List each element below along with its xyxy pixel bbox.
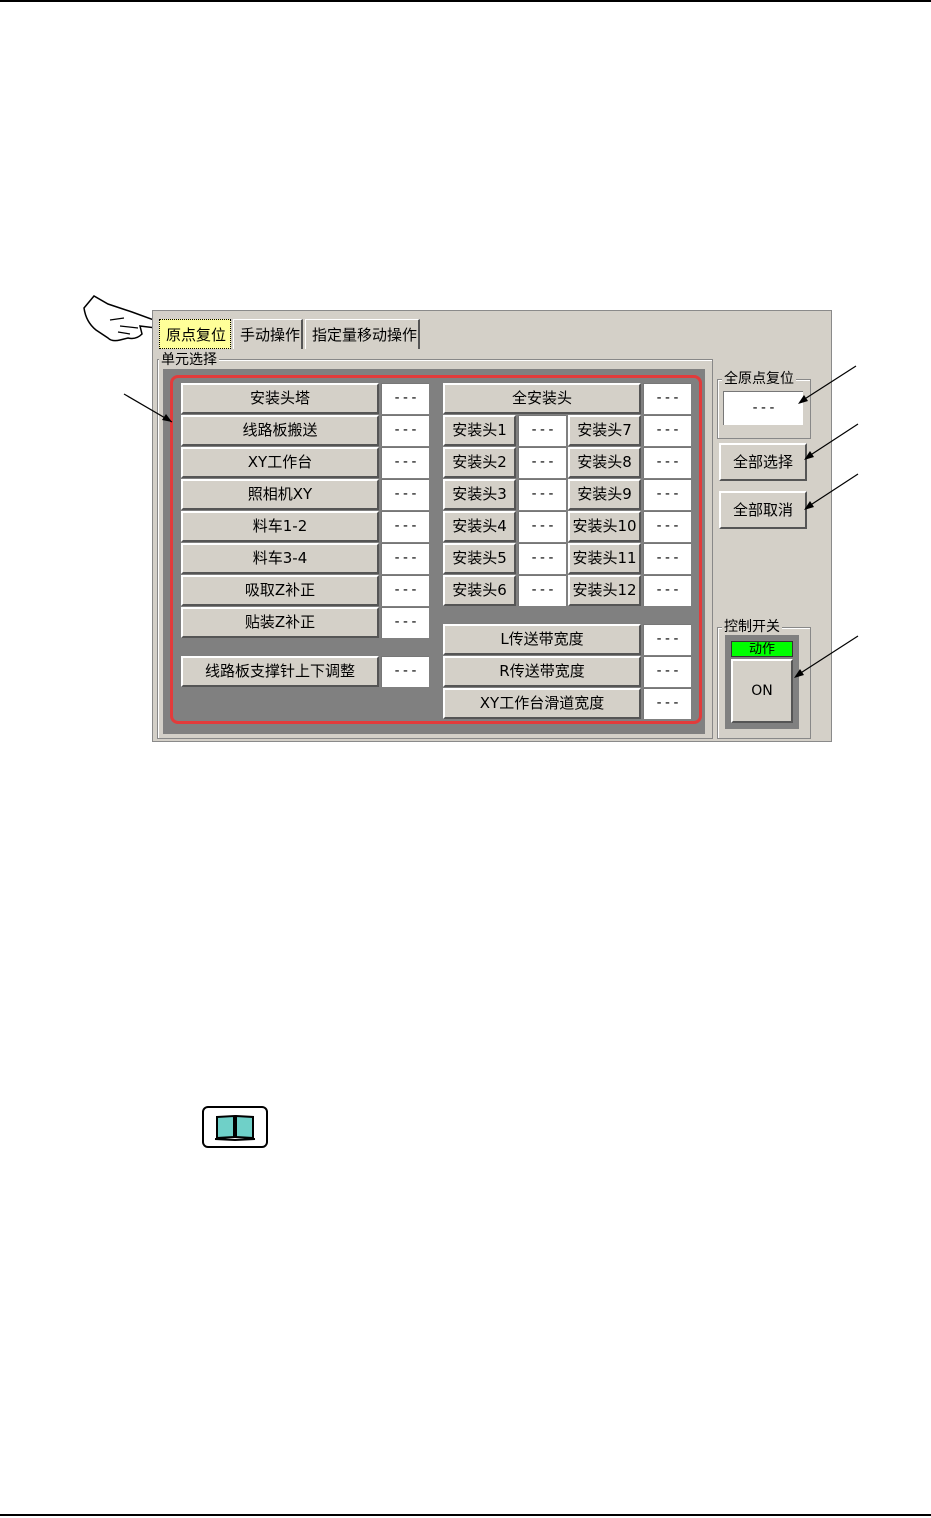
support-pin-value: --- xyxy=(381,656,429,687)
unit-button[interactable]: 吸取Z补正 xyxy=(181,575,379,606)
head-value: --- xyxy=(518,415,566,446)
control-status-badge: 动作 xyxy=(731,641,793,657)
unit-value: --- xyxy=(381,447,429,478)
head-value: --- xyxy=(643,575,691,606)
all-heads-value: --- xyxy=(643,383,691,414)
head-button[interactable]: 安装头3 xyxy=(443,479,516,510)
bottom-rule xyxy=(0,1514,931,1516)
width-button[interactable]: R传送带宽度 xyxy=(443,656,641,687)
width-value: --- xyxy=(643,624,691,655)
tab-manual-operation[interactable]: 手动操作 xyxy=(233,319,303,349)
width-value: --- xyxy=(643,656,691,687)
top-rule xyxy=(0,0,931,2)
head-button[interactable]: 安装头9 xyxy=(568,479,641,510)
select-all-button[interactable]: 全部选择 xyxy=(719,443,807,481)
head-value: --- xyxy=(518,575,566,606)
all-heads-button[interactable]: 全安装头 xyxy=(443,383,641,414)
head-button[interactable]: 安装头1 xyxy=(443,415,516,446)
head-button[interactable]: 安装头8 xyxy=(568,447,641,478)
unit-value: --- xyxy=(381,511,429,542)
support-pin-button[interactable]: 线路板支撑针上下调整 xyxy=(181,656,379,687)
unit-button[interactable]: 线路板搬送 xyxy=(181,415,379,446)
book-icon xyxy=(202,1106,268,1148)
unit-value: --- xyxy=(381,479,429,510)
head-value: --- xyxy=(518,511,566,542)
head-button[interactable]: 安装头10 xyxy=(568,511,641,542)
head-button[interactable]: 安装头5 xyxy=(443,543,516,574)
control-on-button[interactable]: ON xyxy=(731,659,793,723)
unit-value: --- xyxy=(381,383,429,414)
unit-button[interactable]: 照相机XY xyxy=(181,479,379,510)
head-value: --- xyxy=(643,415,691,446)
callout-arrow-control xyxy=(794,635,859,678)
unit-button[interactable]: 料车1-2 xyxy=(181,511,379,542)
origin-return-window: 原点复位 手动操作 指定量移动操作 单元选择 线路板支撑针上下调整 --- 全安… xyxy=(152,310,832,742)
unit-value: --- xyxy=(381,607,429,638)
head-value: --- xyxy=(518,479,566,510)
callout-arrow-cancel-all xyxy=(804,473,859,510)
width-button[interactable]: XY工作台滑道宽度 xyxy=(443,688,641,719)
head-value: --- xyxy=(518,447,566,478)
head-value: --- xyxy=(643,511,691,542)
head-value: --- xyxy=(643,479,691,510)
head-value: --- xyxy=(518,543,566,574)
width-button[interactable]: L传送带宽度 xyxy=(443,624,641,655)
control-switch-label: 控制开关 xyxy=(722,619,782,635)
unit-button[interactable]: XY工作台 xyxy=(181,447,379,478)
callout-arrow-unit xyxy=(123,393,173,423)
width-value: --- xyxy=(643,688,691,719)
head-value: --- xyxy=(643,447,691,478)
tab-origin-return[interactable]: 原点复位 xyxy=(159,319,231,349)
unit-button[interactable]: 安装头塔 xyxy=(181,383,379,414)
head-button[interactable]: 安装头2 xyxy=(443,447,516,478)
unit-button[interactable]: 料车3-4 xyxy=(181,543,379,574)
callout-arrow-select-all xyxy=(804,423,859,460)
all-origin-label: 全原点复位 xyxy=(722,371,796,387)
head-button[interactable]: 安装头4 xyxy=(443,511,516,542)
tab-specified-move[interactable]: 指定量移动操作 xyxy=(305,319,420,349)
callout-arrow-all-origin xyxy=(798,365,857,404)
unit-value: --- xyxy=(381,575,429,606)
head-value: --- xyxy=(643,543,691,574)
unit-select-label: 单元选择 xyxy=(159,352,219,368)
head-button[interactable]: 安装头12 xyxy=(568,575,641,606)
unit-value: --- xyxy=(381,543,429,574)
cancel-all-button[interactable]: 全部取消 xyxy=(719,491,807,529)
head-button[interactable]: 安装头6 xyxy=(443,575,516,606)
head-button[interactable]: 安装头7 xyxy=(568,415,641,446)
head-button[interactable]: 安装头11 xyxy=(568,543,641,574)
unit-button[interactable]: 贴装Z补正 xyxy=(181,607,379,638)
unit-value: --- xyxy=(381,415,429,446)
